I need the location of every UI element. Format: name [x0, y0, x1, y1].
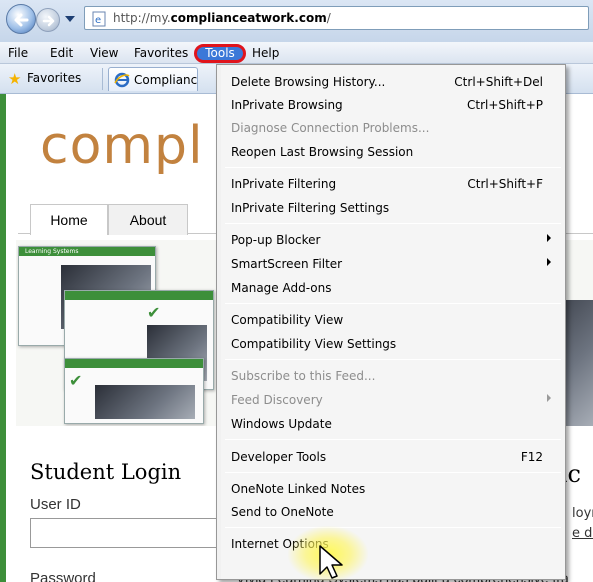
- menu-separator: [225, 527, 561, 528]
- submenu-arrow-icon: [547, 258, 551, 266]
- menu-item-label: Compatibility View Settings: [231, 337, 397, 351]
- address-bar-row: e http://my.complianceatwork.com/: [0, 0, 593, 42]
- menu-item-inprivate-filtering[interactable]: InPrivate Filtering Ctrl+Shift+F: [221, 173, 565, 195]
- star-icon: ★: [8, 70, 22, 88]
- thumbnail-header: Learning Systems: [19, 247, 155, 256]
- menu-item-label: Developer Tools: [231, 450, 327, 464]
- menu-item-compatibility-view[interactable]: Compatibility View: [221, 309, 565, 331]
- password-label: Password: [30, 570, 96, 582]
- ie-icon: [114, 72, 130, 88]
- menu-item-diagnose-connection: Diagnose Connection Problems...: [221, 117, 565, 139]
- thumbnail-image: [95, 385, 195, 419]
- menu-item-label: Send to OneNote: [231, 505, 334, 519]
- forward-button[interactable]: [36, 8, 60, 32]
- menu-file[interactable]: File: [8, 46, 28, 60]
- login-heading: Student Login: [30, 460, 182, 484]
- mouse-pointer-icon: [319, 545, 343, 579]
- menu-item-internet-options[interactable]: Internet Options: [221, 533, 565, 555]
- vivid-logo: ✔: [69, 371, 83, 390]
- menu-item-label: InPrivate Browsing: [231, 98, 343, 112]
- site-logo: compl: [40, 116, 204, 176]
- menu-item-compatibility-view-settings[interactable]: Compatibility View Settings: [221, 333, 565, 355]
- menu-separator: [225, 472, 561, 473]
- divider: [102, 68, 103, 90]
- menu-bar: File Edit View Favorites Tools Help: [0, 42, 593, 64]
- menu-item-reopen-last-session[interactable]: Reopen Last Browsing Session: [221, 141, 565, 163]
- menu-separator: [225, 167, 561, 168]
- tab-title: Complianc: [134, 73, 198, 87]
- menu-item-feed-discovery: Feed Discovery: [221, 389, 565, 411]
- menu-item-label: Feed Discovery: [231, 393, 323, 407]
- menu-tools[interactable]: Tools: [194, 44, 246, 63]
- menu-item-label: SmartScreen Filter: [231, 257, 343, 271]
- tab-home[interactable]: Home: [30, 204, 108, 235]
- section-text: loym: [572, 506, 593, 521]
- menu-item-shortcut: F12: [520, 450, 543, 464]
- menu-item-label: Manage Add-ons: [231, 281, 332, 295]
- url-input[interactable]: e http://my.complianceatwork.com/: [84, 6, 589, 30]
- menu-item-label: Diagnose Connection Problems...: [231, 121, 430, 135]
- menu-item-shortcut: Ctrl+Shift+F: [467, 177, 543, 191]
- menu-item-subscribe-feed: Subscribe to this Feed...: [221, 365, 565, 387]
- menu-item-windows-update[interactable]: Windows Update: [221, 413, 565, 435]
- menu-favorites[interactable]: Favorites: [134, 46, 188, 60]
- submenu-arrow-icon: [547, 234, 551, 242]
- screenshot-thumbnail: ✔: [64, 358, 204, 424]
- menu-help[interactable]: Help: [252, 46, 279, 60]
- user-id-label: User ID: [30, 496, 81, 513]
- url-text: http://my.complianceatwork.com/: [113, 11, 331, 25]
- page-icon: e: [92, 11, 106, 27]
- menu-edit[interactable]: Edit: [50, 46, 73, 60]
- thumbnail-caption: Learning Systems: [25, 248, 79, 255]
- thumbnail-header: [65, 359, 203, 368]
- menu-separator: [225, 439, 561, 440]
- menu-view[interactable]: View: [90, 46, 118, 60]
- favorites-label: Favorites: [27, 71, 82, 85]
- tools-dropdown-menu: Delete Browsing History... Ctrl+Shift+De…: [216, 64, 566, 580]
- vivid-logo: ✔: [147, 303, 161, 322]
- menu-item-inprivate-browsing[interactable]: InPrivate Browsing Ctrl+Shift+P: [221, 94, 565, 116]
- menu-separator: [225, 223, 561, 224]
- menu-item-shortcut: Ctrl+Shift+Del: [454, 75, 543, 89]
- menu-item-label: InPrivate Filtering Settings: [231, 201, 390, 215]
- menu-separator: [225, 359, 561, 360]
- menu-separator: [225, 303, 561, 304]
- menu-item-label: Delete Browsing History...: [231, 75, 386, 89]
- menu-item-manage-addons[interactable]: Manage Add-ons: [221, 277, 565, 299]
- forward-arrow-icon: [42, 15, 55, 27]
- svg-text:e: e: [95, 15, 101, 26]
- browser-window: e http://my.complianceatwork.com/ File E…: [0, 0, 593, 582]
- menu-item-label: InPrivate Filtering: [231, 177, 337, 191]
- menu-item-label: Subscribe to this Feed...: [231, 369, 376, 383]
- history-dropdown-icon[interactable]: [64, 13, 76, 25]
- menu-item-send-to-onenote[interactable]: Send to OneNote: [221, 501, 565, 523]
- menu-item-label: Compatibility View: [231, 313, 344, 327]
- thumbnail-header: [65, 291, 213, 300]
- menu-item-label: Windows Update: [231, 417, 332, 431]
- menu-item-developer-tools[interactable]: Developer Tools F12: [221, 446, 565, 468]
- menu-item-popup-blocker[interactable]: Pop-up Blocker: [221, 229, 565, 251]
- menu-item-onenote-linked-notes[interactable]: OneNote Linked Notes: [221, 478, 565, 500]
- submenu-arrow-icon: [547, 394, 551, 402]
- back-arrow-icon: [14, 13, 29, 27]
- menu-item-smartscreen-filter[interactable]: SmartScreen Filter: [221, 253, 565, 275]
- menu-item-shortcut: Ctrl+Shift+P: [467, 98, 543, 112]
- menu-item-delete-browsing-history[interactable]: Delete Browsing History... Ctrl+Shift+De…: [221, 71, 565, 93]
- menu-item-label: OneNote Linked Notes: [231, 482, 366, 496]
- browser-tab[interactable]: Complianc: [108, 67, 198, 91]
- menu-item-inprivate-filtering-settings[interactable]: InPrivate Filtering Settings: [221, 197, 565, 219]
- menu-item-label: Pop-up Blocker: [231, 233, 321, 247]
- user-id-input[interactable]: [30, 518, 230, 548]
- menu-item-label: Reopen Last Browsing Session: [231, 145, 414, 159]
- page-border: [0, 94, 6, 582]
- tab-about[interactable]: About: [108, 204, 188, 235]
- back-button[interactable]: [6, 4, 36, 34]
- section-link[interactable]: e de: [572, 526, 593, 541]
